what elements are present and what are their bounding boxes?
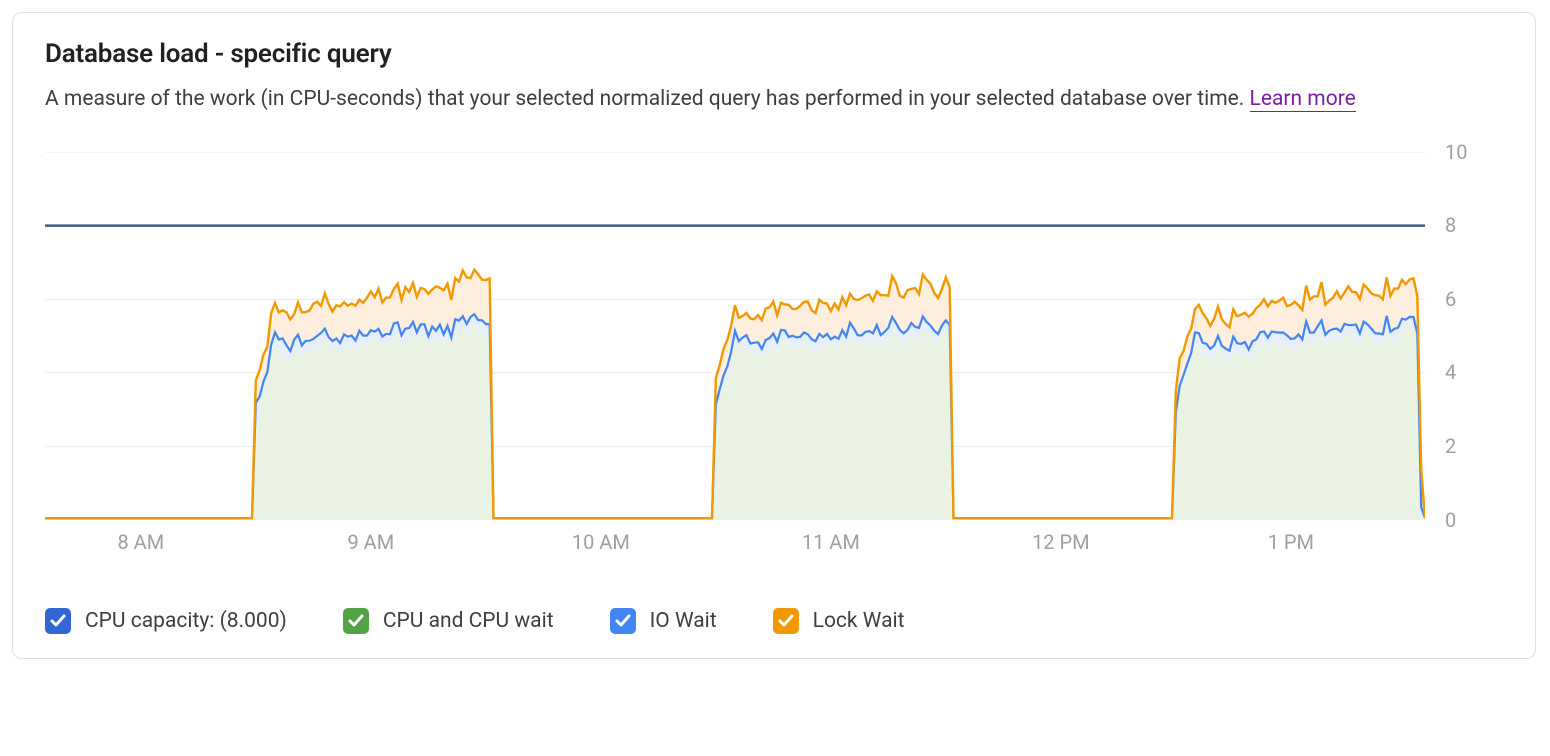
legend-checkbox-icon xyxy=(610,608,636,634)
x-tick-label: 8 AM xyxy=(117,530,164,554)
y-tick-label: 2 xyxy=(1445,434,1456,458)
card-title: Database load - specific query xyxy=(45,39,1503,69)
x-tick-label: 12 PM xyxy=(1032,530,1090,554)
x-tick-label: 9 AM xyxy=(347,530,394,554)
learn-more-link[interactable]: Learn more xyxy=(1250,87,1356,112)
chart: 0246810 8 AM9 AM10 AM11 AM12 PM1 PM xyxy=(45,152,1505,552)
chart-legend: CPU capacity: (8.000) CPU and CPU wait I… xyxy=(45,608,1503,634)
chart-plot xyxy=(45,152,1425,520)
y-tick-label: 10 xyxy=(1445,140,1467,164)
card-subtitle: A measure of the work (in CPU-seconds) t… xyxy=(45,83,1445,116)
legend-checkbox-icon xyxy=(45,608,71,634)
legend-checkbox-icon xyxy=(343,608,369,634)
legend-label: Lock Wait xyxy=(813,609,905,633)
y-tick-label: 8 xyxy=(1445,213,1456,237)
legend-checkbox-icon xyxy=(773,608,799,634)
y-tick-label: 6 xyxy=(1445,287,1456,311)
chart-y-axis-labels: 0246810 xyxy=(1445,152,1495,520)
y-tick-label: 0 xyxy=(1445,508,1456,532)
chart-series xyxy=(45,269,1425,519)
x-tick-label: 11 AM xyxy=(802,530,860,554)
db-load-card: Database load - specific query A measure… xyxy=(12,12,1536,659)
subtitle-text: A measure of the work (in CPU-seconds) t… xyxy=(45,87,1250,111)
legend-item-lock-wait[interactable]: Lock Wait xyxy=(773,608,905,634)
legend-item-cpu-capacity[interactable]: CPU capacity: (8.000) xyxy=(45,608,287,634)
legend-item-cpu-wait[interactable]: CPU and CPU wait xyxy=(343,608,554,634)
x-tick-label: 10 AM xyxy=(572,530,630,554)
x-tick-label: 1 PM xyxy=(1268,530,1314,554)
legend-label: IO Wait xyxy=(650,609,717,633)
y-tick-label: 4 xyxy=(1445,360,1456,384)
legend-label: CPU capacity: (8.000) xyxy=(85,609,287,633)
legend-label: CPU and CPU wait xyxy=(383,609,554,633)
legend-item-io-wait[interactable]: IO Wait xyxy=(610,608,717,634)
chart-x-axis-labels: 8 AM 9 AM 10 AM 11 AM 12 PM 1 PM xyxy=(45,530,1425,558)
